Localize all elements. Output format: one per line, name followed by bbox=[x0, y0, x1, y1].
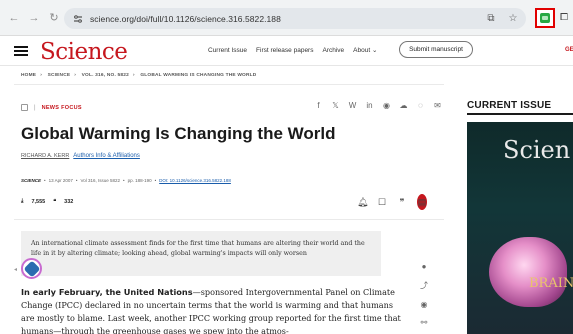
nav-first-release[interactable]: First release papers bbox=[256, 47, 313, 54]
breadcrumb-home[interactable]: HOME bbox=[21, 73, 36, 78]
floating-assistant-button[interactable] bbox=[21, 258, 42, 279]
view-icon[interactable]: ◉ bbox=[418, 300, 430, 309]
divider bbox=[14, 84, 444, 85]
bookmark-icon[interactable]: ☐ bbox=[377, 197, 387, 208]
metrics-row: ⤓ 7,555 ❝ 332 bbox=[21, 198, 73, 205]
extension-icon bbox=[540, 13, 550, 23]
abstract-text: An international climate assessment find… bbox=[31, 240, 365, 257]
wechat-icon[interactable]: ☁ bbox=[399, 101, 408, 110]
assistant-icon bbox=[23, 260, 40, 277]
volume-issue: Vol 316, Issue 5822 bbox=[80, 178, 120, 183]
breadcrumb-science[interactable]: SCIENCE bbox=[48, 73, 71, 78]
pdf-button[interactable]: ▤ bbox=[417, 194, 427, 210]
bookmark-star-icon[interactable]: ☆ bbox=[506, 11, 520, 25]
doi-link[interactable]: DOI: 10.1126/science.316.5822.188 bbox=[159, 178, 231, 183]
submit-manuscript-button[interactable]: Submit manuscript bbox=[399, 41, 473, 58]
cover-masthead: Scien bbox=[503, 136, 571, 164]
article-tools: 🔔︎ ☐ ❞ ▤ bbox=[357, 194, 427, 210]
breadcrumb-volume[interactable]: VOL. 316, NO. 5822 bbox=[82, 73, 129, 78]
current-issue-heading: CURRENT ISSUE bbox=[467, 100, 552, 111]
divider bbox=[467, 113, 573, 115]
nav-current-issue[interactable]: Current Issue bbox=[208, 47, 247, 54]
extension-button[interactable] bbox=[535, 8, 555, 28]
section-row: | NEWS FOCUS bbox=[21, 104, 82, 111]
cover-image bbox=[489, 237, 567, 307]
citation-row: SCIENCE • 13 Apr 2007 • Vol 316, Issue 5… bbox=[21, 178, 231, 183]
forward-arrow-icon[interactable]: → bbox=[26, 10, 42, 26]
science-logo[interactable]: Science bbox=[40, 39, 128, 65]
abstract-box: An international climate assessment find… bbox=[21, 231, 381, 276]
site-header: Science Current Issue First release pape… bbox=[0, 36, 573, 66]
address-bar[interactable]: science.org/doi/full/10.1126/science.316… bbox=[64, 8, 526, 29]
cover-headline: BRAIN bbox=[529, 276, 573, 291]
whatsapp-icon[interactable]: ◌ bbox=[416, 101, 425, 110]
linkedin-icon[interactable]: in bbox=[365, 101, 374, 110]
metrics-icon[interactable]: ⤴ bbox=[418, 280, 430, 291]
reddit-icon[interactable]: ◉ bbox=[382, 101, 391, 110]
collapse-arrow-icon[interactable]: ◂ bbox=[14, 266, 17, 273]
authors-info-link[interactable]: Authors Info & Affiliations bbox=[73, 153, 140, 159]
extensions-puzzle-icon[interactable]: ⧠ bbox=[560, 12, 568, 23]
nav-about[interactable]: About ⌄ bbox=[353, 46, 377, 54]
download-icon: ⤓ bbox=[21, 198, 24, 204]
author-name[interactable]: RICHARD A. KERR bbox=[21, 153, 69, 159]
article-title: Global Warming Is Changing the World bbox=[21, 124, 336, 143]
divider bbox=[14, 219, 444, 220]
x-twitter-icon[interactable]: 𝕏 bbox=[331, 101, 340, 110]
alert-bell-icon[interactable]: 🔔︎ bbox=[357, 197, 368, 208]
info-icon[interactable]: ● bbox=[418, 262, 430, 271]
facebook-icon[interactable]: f bbox=[314, 101, 323, 110]
breadcrumb: HOME › SCIENCE › VOL. 316, NO. 5822 › GLOBA… bbox=[21, 73, 257, 78]
separator: | bbox=[34, 104, 36, 111]
page-range: pp. 188-190 bbox=[127, 178, 152, 183]
journal-name: SCIENCE bbox=[21, 178, 42, 183]
reload-icon[interactable]: ↻ bbox=[46, 10, 62, 26]
breadcrumb-current: GLOBAL WARMING IS CHANGING THE WORLD bbox=[140, 73, 257, 78]
side-rail: ● ⤴ ◉ ⚯ bbox=[418, 262, 430, 327]
menu-icon[interactable] bbox=[14, 46, 28, 56]
header-right-link[interactable]: GE bbox=[565, 47, 573, 53]
install-app-icon[interactable]: ⧉ bbox=[484, 11, 498, 25]
email-icon[interactable]: ✉ bbox=[433, 101, 442, 110]
back-arrow-icon[interactable]: ← bbox=[6, 10, 22, 26]
access-lock-icon bbox=[21, 104, 28, 111]
main-nav: Current Issue First release papers Archi… bbox=[208, 46, 377, 55]
authors-row: RICHARD A. KERR Authors Info & Affiliati… bbox=[21, 153, 140, 159]
current-issue-cover[interactable]: Scien BRAIN bbox=[467, 122, 573, 334]
citations-icon: ❝ bbox=[53, 198, 57, 205]
share-row: f 𝕏 W in ◉ ☁ ◌ ✉ bbox=[314, 101, 442, 110]
article-body: In early February, the United Nations—sp… bbox=[21, 286, 406, 334]
bluesky-icon[interactable]: W bbox=[348, 101, 357, 110]
views-count[interactable]: 7,555 bbox=[31, 199, 45, 205]
section-label[interactable]: NEWS FOCUS bbox=[42, 105, 82, 111]
publish-date: 13 Apr 2007 bbox=[48, 178, 73, 183]
link-icon[interactable]: ⚯ bbox=[418, 318, 430, 327]
body-lead: In early February, the United Nations bbox=[21, 287, 193, 297]
site-settings-icon[interactable] bbox=[72, 13, 84, 25]
citations-count[interactable]: 332 bbox=[64, 199, 73, 205]
cite-quote-icon[interactable]: ❞ bbox=[397, 197, 407, 208]
url-text: science.org/doi/full/10.1126/science.316… bbox=[90, 13, 281, 24]
nav-archive[interactable]: Archive bbox=[322, 47, 344, 54]
